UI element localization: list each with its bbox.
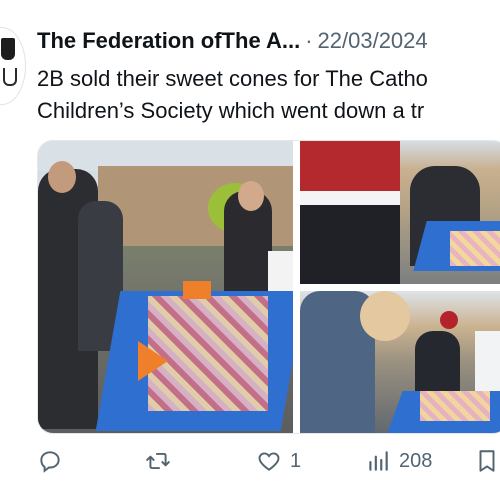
- author-avatar[interactable]: [0, 27, 26, 105]
- action-bar: 1 208: [37, 445, 500, 477]
- sweets-3: [420, 391, 490, 421]
- reply-button[interactable]: [37, 445, 63, 477]
- child-blonde-hair: [360, 291, 410, 341]
- photo-children-at-table[interactable]: [300, 141, 500, 284]
- retweet-button[interactable]: [145, 445, 171, 477]
- like-button[interactable]: 1: [256, 445, 301, 477]
- orange-sign-2: [183, 281, 211, 299]
- sweets-2: [450, 231, 500, 266]
- photo-sweet-cone-stall[interactable]: [38, 141, 293, 433]
- author-name[interactable]: The Federation ofThe A...: [37, 28, 300, 53]
- school-crest-icon: [1, 38, 15, 60]
- reply-icon: [40, 451, 60, 473]
- crest-shield-icon: [3, 68, 17, 86]
- like-count: 1: [290, 449, 302, 472]
- photo-children-choosing-sweets[interactable]: [300, 291, 500, 433]
- jacket-lower: [300, 205, 400, 284]
- views-count: 208: [399, 449, 433, 472]
- views-chart-icon: [369, 451, 388, 471]
- jacket-stripe: [300, 191, 400, 205]
- sweet-cones: [148, 296, 268, 411]
- retweet-icon: [146, 452, 170, 470]
- person-face: [48, 161, 76, 193]
- post-date[interactable]: 22/03/2024: [318, 28, 428, 53]
- media-grid: [37, 140, 500, 434]
- post-text: 2B sold their sweet cones for The Catho …: [37, 63, 500, 127]
- red-hat: [440, 311, 458, 329]
- header-separator: ·: [305, 28, 313, 53]
- heart-icon: [258, 452, 280, 471]
- bookmark-button[interactable]: [474, 445, 500, 477]
- views-button[interactable]: 208: [365, 445, 432, 477]
- post-text-line-2: Children’s Society which went down a tr: [37, 98, 425, 123]
- person-3-face: [238, 181, 264, 211]
- post-text-line-1: 2B sold their sweet cones for The Catho: [37, 66, 428, 91]
- bookmark-icon: [479, 450, 495, 472]
- post-header: The Federation ofThe A... · 22/03/2024: [37, 27, 428, 55]
